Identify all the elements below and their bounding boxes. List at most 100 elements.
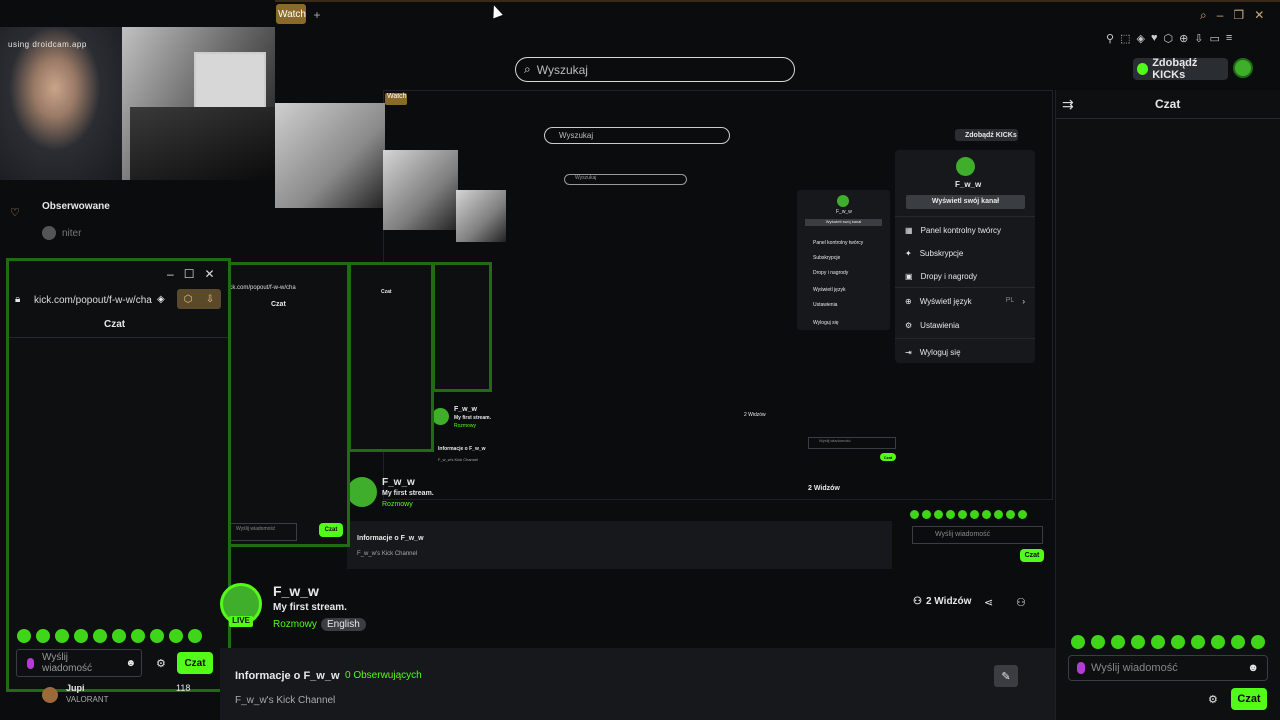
download-icon[interactable]: ⇩ (1194, 30, 1203, 46)
emote-icon[interactable] (1211, 635, 1225, 649)
nested-search-2: Wyszukaj (564, 174, 687, 185)
about-title: Informacje o F_w_w (235, 670, 340, 682)
heart-icon[interactable]: ♥ (1151, 30, 1158, 46)
close-icon[interactable]: ✕ (204, 267, 214, 281)
emote-icon[interactable] (112, 629, 126, 643)
emoji-icon[interactable]: ☻ (1247, 662, 1259, 674)
restore-icon[interactable]: ❐ (1233, 6, 1244, 24)
view-channel-button[interactable]: Wyświetl swój kanał (906, 195, 1025, 209)
popout-settings-icon[interactable]: ⚙ (156, 657, 166, 670)
emote-icon[interactable] (1151, 635, 1165, 649)
menu-item-drops[interactable]: ▣ Dropy i nagrody (905, 272, 977, 281)
popout-url[interactable]: kick.com/popout/f-w-w/cha (34, 295, 152, 306)
chat-settings-icon[interactable]: ⚙ (1208, 693, 1218, 706)
user-avatar[interactable] (1233, 58, 1253, 78)
emoji-icon[interactable]: ☻ (125, 658, 136, 669)
emote-icon[interactable] (1091, 635, 1105, 649)
stream-title: My first stream. (273, 602, 347, 613)
chat-divider (1056, 118, 1280, 119)
emote-icon[interactable] (1171, 635, 1185, 649)
menu-item-subscriptions[interactable]: ✦ Subskrypcje (905, 249, 963, 258)
followed-title: Obserwowane (42, 201, 110, 212)
followed-icon: ♡ (10, 207, 20, 219)
webcam-watermark: using droidcam.app (8, 40, 87, 49)
sidebar-item-jupi[interactable]: Jupi VALORANT 118 (42, 683, 192, 707)
streamer-name[interactable]: F_w_w (273, 583, 319, 599)
nested-webcam-3 (456, 190, 506, 242)
emote-icon[interactable] (17, 629, 31, 643)
webcam-feed (0, 27, 275, 180)
chat-title: Czat (1155, 97, 1181, 111)
pin-icon[interactable]: ⚲ (1106, 30, 1114, 46)
emote-icon[interactable] (93, 629, 107, 643)
window-controls: ⌕ – ❐ ✕ (1200, 6, 1280, 24)
sidebar-item-niter[interactable]: niter (42, 225, 192, 241)
gear-icon: ⚙ (905, 321, 913, 330)
browser-tabstrip (275, 0, 1280, 30)
puzzle-icon[interactable]: ⬡ (1163, 30, 1173, 46)
search-bar[interactable]: ⌕ Wyszukaj (515, 57, 795, 82)
new-tab-button[interactable]: + (310, 8, 324, 22)
stream-category[interactable]: Rozmowy (273, 619, 317, 630)
chat-send-button[interactable]: Czat (1231, 688, 1267, 710)
emote-icon[interactable] (74, 629, 88, 643)
popout-ext-box[interactable]: ⬡ ⇩ (177, 289, 221, 309)
account-menu: F_w_w Wyświetl swój kanał ▦ Panel kontrol… (895, 150, 1035, 363)
chat-input-placeholder: Wyślij wiadomość (1091, 662, 1178, 674)
menu-divider (895, 287, 1035, 288)
mic-icon[interactable] (1077, 662, 1085, 674)
chat-input[interactable]: Wyślij wiadomość ☻ (1068, 655, 1268, 681)
users-icon: ⚇ (913, 596, 922, 607)
lock-icon[interactable]: ⊕ (1179, 30, 1188, 46)
nested-search-1: Wyszukaj (544, 127, 730, 144)
nested-chat-input-small: Wyślij wiadomość Czat (808, 437, 896, 463)
menu-item-logout[interactable]: ⇥ Wyloguj się (905, 348, 961, 357)
share-icon[interactable]: ⋖ (984, 596, 993, 609)
menu-item-settings[interactable]: ⚙ Ustawienia (905, 321, 959, 330)
search-icon[interactable]: ⌕ (1200, 6, 1207, 24)
menu-item-language[interactable]: ⊕ Wyświetl język PL › (905, 297, 1025, 306)
language-tag[interactable]: English (321, 618, 366, 631)
emote-icon[interactable] (1251, 635, 1265, 649)
maximize-icon[interactable]: ☐ (184, 267, 195, 281)
viewer-count: ⚇ 2 Widzów (913, 596, 972, 607)
nested-stream-info-small: F_w_w My first stream. Rozmowy 2 Widzów … (432, 406, 792, 462)
emote-icon[interactable] (1231, 635, 1245, 649)
nested-account-menu: F_w_w Wyświetl swój kanał Panel kontroln… (797, 190, 890, 330)
nested-kicks-1: Zdobądź KICKs (955, 129, 1018, 141)
edit-button[interactable]: ✎ (994, 665, 1018, 687)
menu-icon[interactable]: ≡ (1226, 30, 1232, 46)
emote-icon[interactable] (1131, 635, 1145, 649)
emote-icon[interactable] (36, 629, 50, 643)
emote-icon[interactable] (1111, 635, 1125, 649)
popout-send-button[interactable]: Czat (177, 652, 213, 674)
gift-icon: ▣ (905, 272, 913, 281)
emote-icon[interactable] (131, 629, 145, 643)
nested-stream-info-medium: F_w_w My first stream. Rozmowy 2 Widzów … (347, 475, 892, 570)
emote-icon[interactable] (1071, 635, 1085, 649)
mic-icon[interactable] (27, 657, 34, 669)
menu-item-dashboard[interactable]: ▦ Panel kontrolny twórcy (905, 226, 1001, 235)
emote-icon[interactable] (1191, 635, 1205, 649)
minimize-icon[interactable]: – (167, 267, 174, 281)
popout-chat-input[interactable]: Wyślij wiadomość ☻ (16, 649, 142, 677)
collapse-chat-icon[interactable]: ⇉ (1062, 96, 1074, 113)
chevron-right-icon: › (1022, 297, 1025, 306)
menu-divider (895, 338, 1035, 339)
browser-tab-watch[interactable]: Watch (276, 4, 306, 24)
close-icon[interactable]: ✕ (1254, 6, 1264, 24)
follow-user-icon[interactable]: ⚇ (1016, 596, 1026, 609)
get-kicks-button[interactable]: Zdobądź KICKs (1133, 57, 1228, 81)
emote-icon[interactable] (188, 629, 202, 643)
about-description: F_w_w's Kick Channel (235, 695, 336, 706)
live-badge: LIVE (229, 616, 253, 627)
emote-icon[interactable] (150, 629, 164, 643)
emote-icon[interactable] (55, 629, 69, 643)
emote-icon[interactable] (169, 629, 183, 643)
battery-icon[interactable]: ▭ (1210, 30, 1220, 46)
shield-icon[interactable]: ◈ (1136, 30, 1144, 46)
crop-icon[interactable]: ⬚ (1120, 30, 1130, 46)
minimize-icon[interactable]: – (1217, 6, 1224, 24)
shield-icon[interactable]: ◈ (157, 294, 165, 305)
dashboard-icon: ▦ (905, 226, 913, 235)
